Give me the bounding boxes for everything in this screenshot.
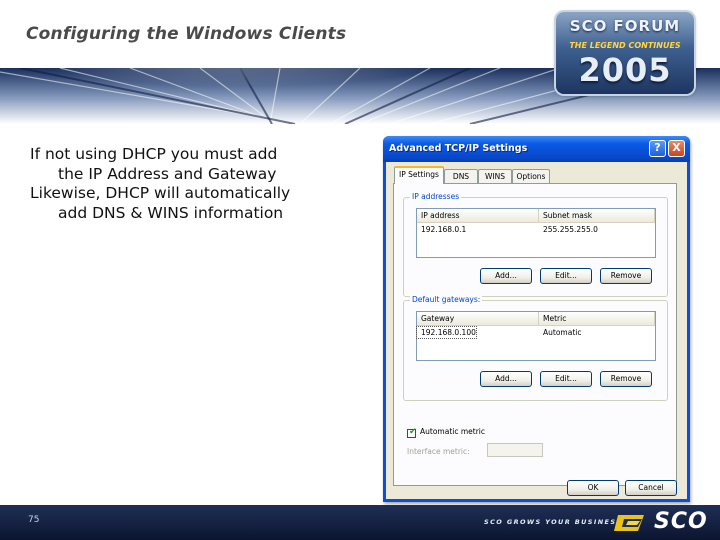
ip-settings-panel: IP addresses IP address Subnet mask 192.… bbox=[393, 183, 677, 486]
ip-list-header: IP address Subnet mask bbox=[417, 209, 655, 223]
subnet-mask-cell[interactable]: 255.255.255.0 bbox=[539, 224, 598, 235]
sco-wordmark: SCO bbox=[654, 509, 708, 534]
automatic-metric-checkbox[interactable]: ✔ bbox=[407, 427, 417, 438]
footer-bar: 75 SCO GROWS YOUR BUSINESS SCO bbox=[0, 505, 720, 540]
cancel-button[interactable]: Cancel bbox=[625, 480, 677, 496]
gateway-remove-button[interactable]: Remove bbox=[600, 371, 652, 387]
close-button[interactable]: X bbox=[668, 140, 685, 157]
dialog-titlebar[interactable]: Advanced TCP/IP Settings ? X bbox=[383, 136, 690, 162]
bullet-list: If not using DHCP you must add the IP Ad… bbox=[30, 145, 330, 223]
dialog-body: IP Settings DNS WINS Options IP addresse… bbox=[386, 162, 687, 499]
ip-address-list[interactable]: IP address Subnet mask 192.168.0.1 255.2… bbox=[416, 208, 656, 258]
gateway-list-header: Gateway Metric bbox=[417, 312, 655, 326]
default-gateways-label: Default gateways: bbox=[410, 295, 483, 304]
dialog-title: Advanced TCP/IP Settings bbox=[389, 143, 528, 154]
ip-addresses-label: IP addresses bbox=[410, 192, 462, 201]
bullet-2-line-1: Likewise, DHCP will automatically bbox=[30, 184, 291, 202]
gateway-add-button[interactable]: Add... bbox=[480, 371, 532, 387]
metric-cell[interactable]: Automatic bbox=[539, 327, 581, 338]
gateway-cell[interactable]: 192.168.0.100 bbox=[416, 326, 477, 339]
bullet-1-line-1: If not using DHCP you must add bbox=[30, 145, 278, 163]
ip-remove-button[interactable]: Remove bbox=[600, 268, 652, 284]
ip-addresses-group: IP addresses IP address Subnet mask 192.… bbox=[403, 192, 668, 297]
ok-button[interactable]: OK bbox=[567, 480, 619, 496]
tab-ip-settings[interactable]: IP Settings bbox=[394, 166, 444, 184]
sco-logo: SCO bbox=[614, 509, 710, 535]
gateway-list[interactable]: Gateway Metric 192.168.0.100 Automatic bbox=[416, 311, 656, 361]
footer-tagline: SCO GROWS YOUR BUSINESS bbox=[484, 518, 623, 526]
sco-forum-2005-logo: SCO FORUM THE LEGEND CONTINUES 2005 bbox=[556, 12, 694, 94]
tab-options[interactable]: Options bbox=[512, 169, 550, 183]
logo-year: 2005 bbox=[578, 51, 672, 89]
interface-metric-input[interactable] bbox=[487, 443, 543, 457]
bullet-1-line-2: the IP Address and Gateway bbox=[58, 164, 277, 183]
column-ip-address[interactable]: IP address bbox=[417, 209, 539, 222]
column-gateway[interactable]: Gateway bbox=[417, 312, 539, 325]
help-button[interactable]: ? bbox=[649, 140, 666, 157]
logo-title: SCO FORUM bbox=[569, 17, 681, 35]
ip-edit-button[interactable]: Edit... bbox=[540, 268, 592, 284]
checkmark-icon: ✔ bbox=[409, 427, 417, 437]
advanced-tcpip-settings-dialog: Advanced TCP/IP Settings ? X IP Settings… bbox=[383, 136, 690, 502]
tab-wins[interactable]: WINS bbox=[478, 169, 512, 183]
ip-address-cell[interactable]: 192.168.0.1 bbox=[417, 224, 466, 235]
automatic-metric-label[interactable]: Automatic metric bbox=[420, 427, 485, 436]
default-gateways-group: Default gateways: Gateway Metric 192.168… bbox=[403, 295, 668, 401]
column-metric[interactable]: Metric bbox=[539, 312, 655, 325]
ip-add-button[interactable]: Add... bbox=[480, 268, 532, 284]
bullet-2-line-2: add DNS & WINS information bbox=[58, 203, 284, 222]
sco-arrow-icon bbox=[614, 515, 644, 531]
slide-title: Configuring the Windows Clients bbox=[26, 24, 347, 44]
column-subnet-mask[interactable]: Subnet mask bbox=[539, 209, 655, 222]
page-number: 75 bbox=[28, 515, 40, 525]
logo-subtitle: THE LEGEND CONTINUES bbox=[569, 41, 681, 50]
interface-metric-label: Interface metric: bbox=[407, 447, 470, 456]
gateway-edit-button[interactable]: Edit... bbox=[540, 371, 592, 387]
tab-dns[interactable]: DNS bbox=[444, 169, 478, 183]
